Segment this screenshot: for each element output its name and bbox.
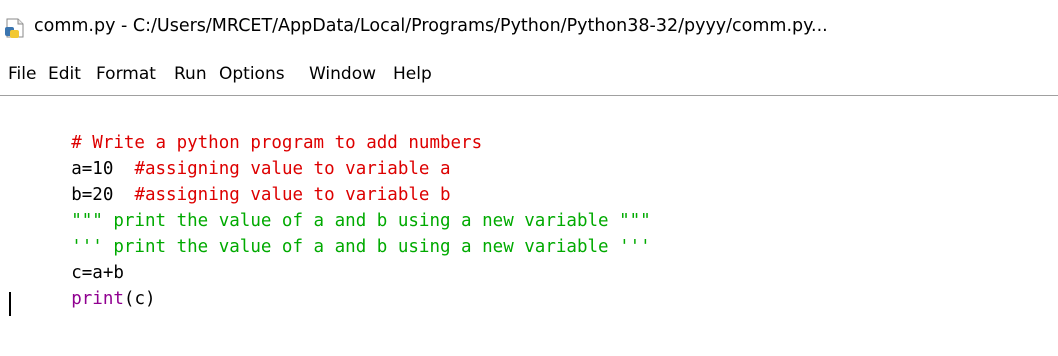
menu-run[interactable]: Run [174, 64, 207, 84]
menu-help[interactable]: Help [393, 64, 432, 84]
code-line-3: b=20 #assigning value to variable b [8, 156, 450, 205]
menu-window[interactable]: Window [309, 64, 376, 84]
menu-bar: File Edit Format Run Options Window Help [0, 58, 1058, 94]
code-token: ''' print the value of a and b using a n… [71, 237, 651, 257]
title-bar[interactable]: comm.py - C:/Users/MRCET/AppData/Local/P… [0, 0, 1058, 58]
code-line-1: # Write a python program to add numbers [8, 104, 482, 153]
code-line-2: a=10 #assigning value to variable a [8, 130, 450, 179]
code-token: print [71, 289, 124, 309]
menu-options[interactable]: Options [219, 64, 285, 84]
code-editor[interactable]: # Write a python program to add numbers … [0, 96, 1058, 356]
text-cursor [9, 292, 11, 316]
python-file-icon [4, 17, 26, 39]
code-line-7: print(c) [8, 260, 155, 309]
window-title: comm.py - C:/Users/MRCET/AppData/Local/P… [34, 16, 828, 36]
code-line-4: """ print the value of a and b using a n… [8, 182, 650, 231]
code-line-5: ''' print the value of a and b using a n… [8, 208, 650, 257]
code-token: (c) [123, 289, 156, 309]
code-line-6: c=a+b [8, 234, 124, 283]
idle-editor-window: comm.py - C:/Users/MRCET/AppData/Local/P… [0, 0, 1058, 356]
menu-format[interactable]: Format [96, 64, 156, 84]
menu-edit[interactable]: Edit [48, 64, 81, 84]
menu-file[interactable]: File [8, 64, 36, 84]
